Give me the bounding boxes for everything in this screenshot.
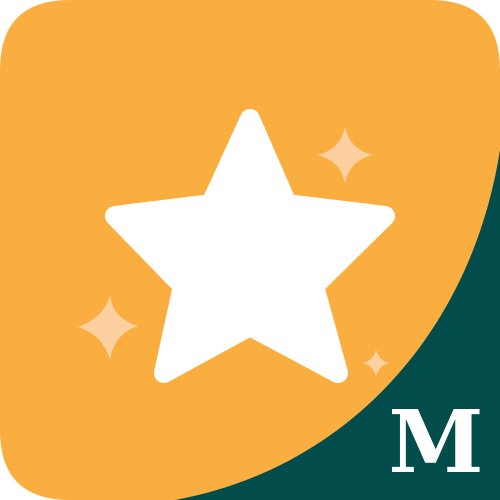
app-icon[interactable]: M (0, 0, 500, 500)
app-icon-graphic: M (0, 0, 500, 500)
badge-letter: M (388, 392, 483, 493)
